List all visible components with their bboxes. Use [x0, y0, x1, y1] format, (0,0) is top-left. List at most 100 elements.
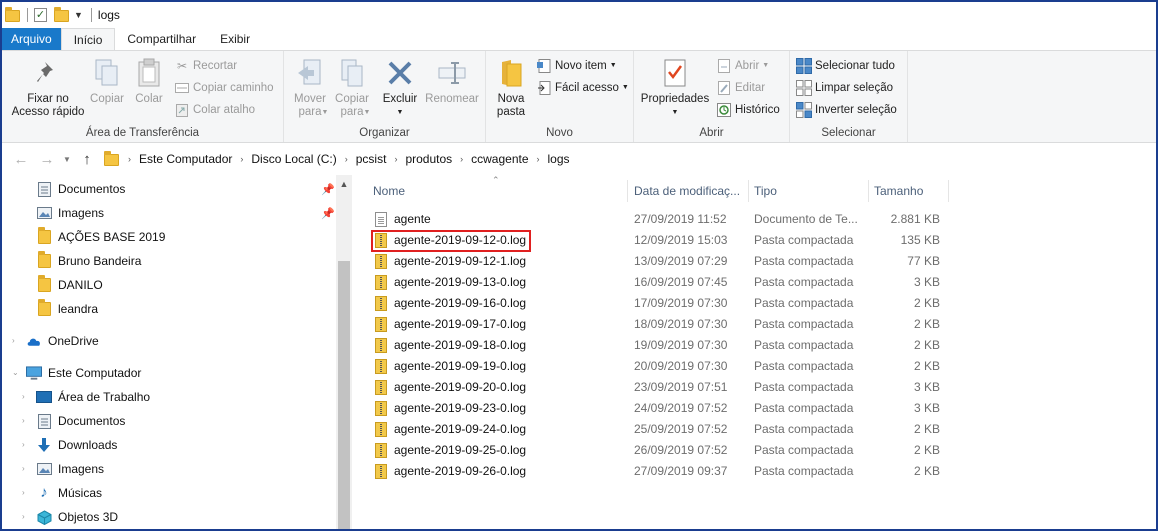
file-row[interactable]: agente-2019-09-20-0.log 23/09/2019 07:51 P…	[372, 377, 952, 398]
new-item-button[interactable]: Novo item ▼	[536, 57, 617, 75]
cut-button[interactable]: ✂ Recortar	[174, 57, 237, 75]
nav-item-folder[interactable]: leandra	[36, 298, 98, 320]
select-none-button[interactable]: Limpar seleção	[796, 79, 893, 97]
easy-access-button[interactable]: Fácil acesso ▼	[536, 79, 629, 97]
new-folder-label: Nova pasta	[496, 93, 526, 118]
nav-item-onedrive[interactable]: OneDrive	[26, 330, 99, 352]
breadcrumb[interactable]: › Este Computador › Disco Local (C:) › p…	[104, 147, 572, 171]
nav-item-folder[interactable]: DANILO	[36, 274, 103, 296]
file-type: Pasta compactada	[754, 254, 854, 268]
file-row[interactable]: agente-2019-09-16-0.log 17/09/2019 07:30 P…	[372, 293, 952, 314]
edit-icon	[716, 80, 732, 96]
nav-item-documents[interactable]: Documentos	[36, 410, 125, 432]
expand-chevron-icon[interactable]: ›	[22, 440, 25, 449]
expand-chevron-icon[interactable]: ›	[22, 464, 25, 473]
expand-chevron-icon[interactable]: ›	[22, 416, 25, 425]
collapse-chevron-icon[interactable]: ⌄	[12, 368, 19, 377]
file-row[interactable]: agente-2019-09-12-1.log 13/09/2019 07:29 P…	[372, 251, 952, 272]
cloud-icon	[26, 333, 42, 349]
new-folder-button[interactable]: Nova pasta	[492, 55, 530, 119]
rename-button[interactable]: Renomear	[424, 55, 480, 106]
file-row[interactable]: agente-2019-09-23-0.log 24/09/2019 07:52 P…	[372, 398, 952, 419]
expand-chevron-icon[interactable]: ›	[22, 512, 25, 521]
file-row[interactable]: agente-2019-09-24-0.log 25/09/2019 07:52 P…	[372, 419, 952, 440]
delete-button[interactable]: Excluir ▼	[380, 55, 420, 119]
customize-toolbar-dropdown-icon[interactable]: ▼	[74, 10, 83, 20]
nav-item-desktop[interactable]: Área de Trabalho	[36, 386, 150, 408]
chevron-right-icon[interactable]: ›	[345, 154, 348, 164]
invert-selection-button[interactable]: Inverter seleção	[796, 101, 897, 119]
breadcrumb-item[interactable]: logs	[546, 152, 572, 166]
file-row[interactable]: agente-2019-09-25-0.log 26/09/2019 07:52 P…	[372, 440, 952, 461]
nav-item-pictures[interactable]: Imagens	[36, 458, 104, 480]
rename-icon	[436, 57, 468, 89]
scroll-up-arrow-icon[interactable]: ▲	[336, 179, 352, 189]
breadcrumb-item[interactable]: produtos	[403, 152, 454, 166]
paste-button[interactable]: Colar	[130, 55, 168, 106]
open-button[interactable]: Abrir ▼	[716, 57, 769, 75]
nav-item-folder[interactable]: AÇÕES BASE 2019	[36, 226, 165, 248]
tab-home[interactable]: Início	[60, 28, 116, 50]
file-row[interactable]: agente-2019-09-18-0.log 19/09/2019 07:30 P…	[372, 335, 952, 356]
file-name: agente-2019-09-17-0.log	[394, 317, 527, 331]
nav-item-music[interactable]: ♪ Músicas	[36, 482, 102, 504]
column-header-name[interactable]: Nome	[368, 180, 628, 202]
tab-share[interactable]: Compartilhar	[115, 28, 208, 50]
chevron-right-icon[interactable]: ›	[240, 154, 243, 164]
nav-item-this-pc[interactable]: Este Computador	[26, 362, 141, 384]
expand-chevron-icon[interactable]: ›	[22, 392, 25, 401]
easy-access-icon	[536, 80, 552, 96]
column-header-date[interactable]: Data de modificaç...	[629, 180, 749, 202]
column-header-size[interactable]: Tamanho	[869, 180, 949, 202]
back-arrow-icon[interactable]: ←	[8, 151, 34, 168]
properties-icon[interactable]: ✓	[34, 8, 48, 22]
column-header-type[interactable]: Tipo	[749, 180, 869, 202]
file-row[interactable]: agente-2019-09-26-0.log 27/09/2019 09:37 P…	[372, 461, 952, 482]
nav-item-3d-objects[interactable]: Objetos 3D	[36, 506, 118, 528]
select-none-icon	[796, 80, 812, 96]
file-row[interactable]: agente 27/09/2019 11:52 Documento de Te...…	[372, 209, 952, 230]
copy-to-button[interactable]: Copiar para ▼	[332, 55, 372, 119]
chevron-right-icon[interactable]: ›	[537, 154, 540, 164]
pin-quick-access-button[interactable]: Fixar no Acesso rápido	[8, 55, 88, 119]
nav-item-documents[interactable]: Documentos	[36, 178, 125, 200]
file-row[interactable]: agente-2019-09-17-0.log 18/09/2019 07:30 P…	[372, 314, 952, 335]
select-all-button[interactable]: Selecionar tudo	[796, 57, 895, 75]
expand-chevron-icon[interactable]: ›	[12, 336, 15, 345]
new-item-label: Novo item	[555, 60, 607, 72]
chevron-right-icon[interactable]: ›	[128, 154, 131, 164]
scrollbar-thumb[interactable]	[338, 261, 350, 529]
breadcrumb-item[interactable]: Disco Local (C:)	[249, 152, 338, 166]
history-button[interactable]: Histórico	[716, 101, 780, 119]
move-to-button[interactable]: Mover para ▼	[290, 55, 330, 119]
file-size: 2 KB	[913, 443, 940, 457]
breadcrumb-item[interactable]: Este Computador	[137, 152, 234, 166]
copy-path-button[interactable]: Copiar caminho	[174, 79, 274, 97]
select-group-label: Selecionar	[821, 127, 876, 139]
breadcrumb-item[interactable]: ccwagente	[469, 152, 530, 166]
nav-item-downloads[interactable]: Downloads	[36, 434, 117, 456]
expand-chevron-icon[interactable]: ›	[22, 488, 25, 497]
file-row[interactable]: agente-2019-09-19-0.log 20/09/2019 07:30 P…	[372, 356, 952, 377]
forward-arrow-icon[interactable]: →	[34, 151, 60, 168]
edit-button[interactable]: Editar	[716, 79, 765, 97]
file-type: Pasta compactada	[754, 422, 854, 436]
nav-item-folder[interactable]: Bruno Bandeira	[36, 250, 141, 272]
properties-button[interactable]: Propriedades ▼	[638, 55, 712, 119]
paste-shortcut-button[interactable]: Colar atalho	[174, 101, 255, 119]
up-arrow-icon[interactable]: ↑	[74, 151, 100, 168]
file-type: Documento de Te...	[754, 212, 858, 226]
breadcrumb-item[interactable]: pcsist	[354, 152, 389, 166]
copy-button[interactable]: Copiar	[88, 55, 126, 106]
nav-scrollbar[interactable]: ▲	[336, 175, 352, 529]
chevron-right-icon[interactable]: ›	[394, 154, 397, 164]
recent-locations-dropdown-icon[interactable]: ▼	[60, 155, 74, 164]
new-folder-icon[interactable]	[54, 7, 69, 22]
file-date: 16/09/2019 07:45	[634, 275, 728, 289]
tab-file[interactable]: Arquivo	[2, 28, 61, 50]
chevron-right-icon[interactable]: ›	[460, 154, 463, 164]
delete-x-icon	[384, 57, 416, 89]
nav-item-pictures[interactable]: Imagens	[36, 202, 104, 224]
tab-view[interactable]: Exibir	[208, 28, 262, 50]
file-row[interactable]: agente-2019-09-13-0.log 16/09/2019 07:45 P…	[372, 272, 952, 293]
